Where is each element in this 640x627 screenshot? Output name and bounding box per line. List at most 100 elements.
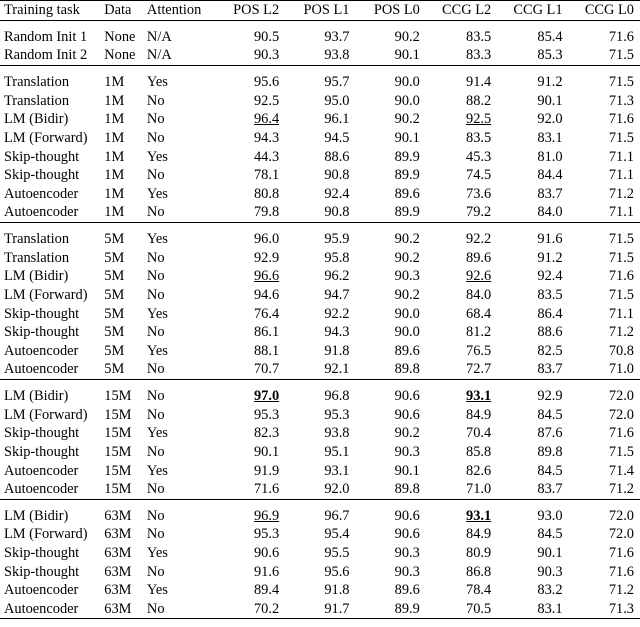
table-row: LM (Bidir) 1M No 96.4 96.1 90.2 92.5 92.0 71.6 (0, 110, 640, 129)
cell-ccg_l0: 72.0 (608, 507, 634, 524)
cell-attention: Yes (146, 74, 168, 91)
cell-ccg_l1: 83.7 (537, 185, 563, 202)
cell-data: 1M (104, 167, 125, 184)
cell-pos_l2: 90.1 (253, 443, 280, 460)
cell-ccg_l2: 92.6 (430, 267, 501, 286)
cell-ccg_l2: 84.9 (466, 526, 492, 543)
cell-ccg_l0: 71.5 (608, 130, 634, 147)
cell-task: Skip-thought (4, 545, 80, 562)
column-header-ccg-l1: CCG L1 (501, 0, 573, 21)
cell-ccg_l0: 71.6 (608, 268, 634, 285)
cell-data: 63M (104, 600, 132, 617)
cell-pos_l2: 80.8 (253, 185, 280, 202)
cell-pos_l2: 90.6 (253, 545, 280, 562)
table-row: Translation 5M No 92.9 95.8 90.2 89.6 91.2 71.5 (0, 249, 640, 268)
cell-attention: No (146, 249, 165, 266)
cell-data: 63M (104, 507, 132, 524)
cell-pos_l1: 92.2 (324, 305, 350, 322)
cell-ccg_l1: 82.5 (537, 342, 563, 359)
cell-task: LM (Forward) (4, 406, 88, 423)
cell-ccg_l2: 68.4 (466, 305, 492, 322)
table-row: Random Init 2 None N/A 90.3 93.8 90.1 83.3 85.3… (0, 46, 640, 65)
cell-pos_l2: 96.0 (253, 231, 280, 248)
cell-ccg_l1: 83.7 (537, 481, 563, 498)
cell-pos_l0: 90.3 (394, 268, 420, 285)
cell-task: Autoencoder (4, 185, 79, 202)
cell-pos_l2: 89.4 (253, 582, 280, 599)
cell-data: 1M (104, 111, 125, 128)
cell-ccg_l1: 81.0 (537, 148, 563, 165)
table-row: Skip-thought 63M No 91.6 95.6 90.3 86.8 90.3 71.… (0, 563, 640, 582)
emphasized-value: 96.6 (253, 268, 280, 285)
emphasized-value: 96.9 (253, 507, 280, 524)
table-row: Skip-thought 5M No 86.1 94.3 90.0 81.2 88.6 71.2 (0, 323, 640, 342)
cell-pos_l0: 90.3 (394, 563, 420, 580)
cell-attention: No (146, 563, 165, 580)
cell-attention: No (146, 600, 165, 617)
table-row: Skip-thought 5M Yes 76.4 92.2 90.0 68.4 86.4 71.… (0, 304, 640, 323)
cell-attention: No (146, 268, 165, 285)
group-rule-cell (0, 498, 640, 507)
column-header-pos-l2: POS L2 (218, 0, 290, 21)
cell-ccg_l0: 71.5 (608, 249, 634, 266)
cell-ccg_l1: 93.0 (537, 507, 563, 524)
cell-ccg_l0: 71.2 (608, 481, 634, 498)
cell-pos_l0: 89.8 (394, 481, 420, 498)
cell-attention: Yes (146, 425, 168, 442)
cell-attention: Yes (146, 582, 168, 599)
table-row: LM (Forward) 63M No 95.3 95.4 90.6 84.9 84.5 72.… (0, 525, 640, 544)
cell-attention: No (146, 361, 165, 378)
cell-pos_l2: 96.9 (219, 507, 289, 526)
cell-pos_l2: 92.5 (253, 92, 280, 109)
cell-pos_l1: 95.9 (324, 231, 350, 248)
cell-pos_l1: 93.7 (324, 28, 350, 45)
cell-ccg_l2: 92.2 (466, 231, 492, 248)
cell-ccg_l1: 83.7 (537, 361, 563, 378)
cell-ccg_l1: 83.1 (537, 600, 563, 617)
cell-ccg_l1: 84.4 (537, 167, 563, 184)
cell-pos_l1: 91.8 (324, 342, 350, 359)
cell-pos_l1: 95.1 (324, 443, 350, 460)
cell-pos_l2: 95.6 (253, 74, 280, 91)
cell-data: 1M (104, 92, 125, 109)
cell-ccg_l0: 71.6 (608, 545, 634, 562)
cell-ccg_l2: 84.0 (466, 286, 492, 303)
emphasized-value: 93.1 (466, 507, 492, 524)
cell-ccg_l0: 72.0 (608, 388, 634, 405)
cell-data: 63M (104, 582, 132, 599)
cell-pos_l2: 95.3 (253, 526, 280, 543)
cell-ccg_l0: 71.6 (608, 425, 634, 442)
cell-data: 1M (104, 74, 125, 91)
table-row: Autoencoder 63M No 70.2 91.7 89.9 70.5 83.1 71.3 (0, 600, 640, 619)
cell-pos_l0: 89.8 (394, 361, 420, 378)
cell-pos_l0: 90.6 (394, 507, 420, 524)
group-rule-cell (0, 64, 640, 74)
cell-ccg_l1: 84.0 (537, 204, 563, 221)
cell-pos_l2: 82.3 (253, 425, 280, 442)
cell-ccg_l1: 91.6 (537, 231, 563, 248)
cell-task: Translation (4, 74, 70, 91)
column-header-ccg-l2: CCG L2 (429, 0, 502, 21)
cell-attention: No (146, 167, 165, 184)
cell-ccg_l1: 85.3 (537, 47, 563, 64)
cell-pos_l2: 71.6 (253, 481, 280, 498)
table-row: LM (Forward) 5M No 94.6 94.7 90.2 84.0 83.5 71.5 (0, 286, 640, 305)
cell-attention: N/A (146, 47, 172, 64)
table-body: Random Init 1 None N/A 90.5 93.7 90.2 83.5 85.4… (0, 19, 640, 627)
table-group-rule (0, 378, 640, 388)
cell-data: 15M (104, 406, 132, 423)
cell-pos_l1: 90.8 (324, 167, 350, 184)
cell-pos_l0: 90.0 (394, 92, 420, 109)
cell-attention: No (146, 443, 165, 460)
cell-pos_l1: 92.1 (324, 361, 350, 378)
cell-pos_l0: 90.1 (394, 47, 420, 64)
cell-attention: No (146, 481, 165, 498)
emphasized-value: 93.1 (466, 388, 492, 405)
cell-pos_l0: 90.2 (394, 111, 420, 128)
cell-pos_l1: 94.3 (324, 324, 350, 341)
cell-data: 1M (104, 130, 125, 147)
cell-task: Autoencoder (4, 361, 79, 378)
table-row: Autoencoder 15M No 71.6 92.0 89.8 71.0 83.7 71.2 (0, 480, 640, 499)
cell-ccg_l0: 71.4 (608, 462, 634, 479)
cell-data: 15M (104, 481, 132, 498)
